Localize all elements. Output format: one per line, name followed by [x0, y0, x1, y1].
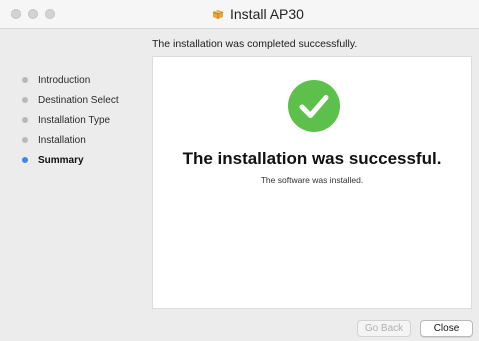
package-icon: [212, 10, 224, 19]
installer-window: Install AP30 The installation was comple…: [0, 0, 479, 341]
zoom-window-button[interactable]: [45, 9, 55, 19]
step-label: Introduction: [38, 74, 91, 86]
sidebar-step-installation: Installation: [22, 130, 148, 150]
sidebar-step-introduction: Introduction: [22, 70, 148, 90]
sidebar-step-installation-type: Installation Type: [22, 110, 148, 130]
step-dot-icon: [22, 157, 28, 163]
window-title: Install AP30: [212, 5, 304, 23]
step-dot-icon: [22, 77, 28, 83]
success-subtitle: The software was installed.: [260, 175, 364, 185]
success-title: The installation was successful.: [182, 149, 442, 168]
step-label: Summary: [38, 154, 84, 166]
close-button[interactable]: Close: [420, 320, 473, 337]
minimize-window-button[interactable]: [28, 9, 38, 19]
step-label: Destination Select: [38, 94, 119, 106]
title-bar: Install AP30: [0, 0, 479, 29]
step-label: Installation: [38, 134, 86, 146]
step-dot-icon: [22, 117, 28, 123]
checkmark-circle-icon: [288, 80, 340, 132]
go-back-button[interactable]: Go Back: [357, 320, 411, 337]
step-dot-icon: [22, 137, 28, 143]
sidebar-step-summary: Summary: [22, 150, 148, 170]
step-dot-icon: [22, 97, 28, 103]
step-sidebar: Introduction Destination Select Installa…: [22, 70, 148, 170]
summary-panel: The installation was successful. The sof…: [152, 56, 472, 309]
step-label: Installation Type: [38, 114, 111, 126]
sidebar-step-destination-select: Destination Select: [22, 90, 148, 110]
close-window-button[interactable]: [11, 9, 21, 19]
status-header: The installation was completed successfu…: [152, 38, 358, 50]
window-title-text: Install AP30: [230, 6, 304, 22]
